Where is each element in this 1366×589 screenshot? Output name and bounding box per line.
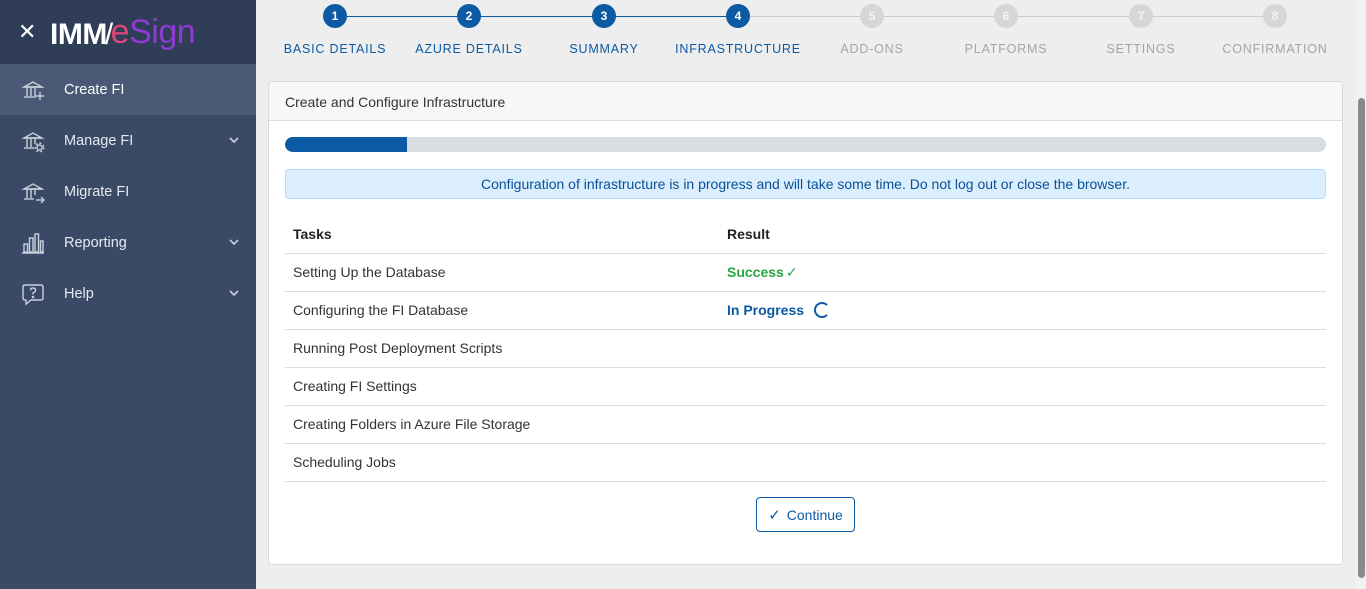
- step-label: SUMMARY: [569, 42, 639, 56]
- table-row: Setting Up the Database Success ✓: [285, 253, 1326, 292]
- sidebar-item-label: Migrate FI: [64, 183, 130, 200]
- sidebar-item-label: Manage FI: [64, 132, 134, 149]
- task-result: [719, 405, 1326, 444]
- task-name: Creating Folders in Azure File Storage: [285, 405, 719, 444]
- sidebar-item-label: Help: [64, 285, 94, 302]
- task-name: Running Post Deployment Scripts: [285, 329, 719, 368]
- step-add-ons: 5 ADD-ONS: [805, 4, 939, 56]
- continue-button[interactable]: ✓ Continue: [756, 497, 855, 532]
- scrollbar-thumb[interactable]: [1358, 98, 1365, 578]
- step-connector: [347, 15, 749, 17]
- step-label: CONFIRMATION: [1222, 42, 1328, 56]
- step-confirmation: 8 CONFIRMATION: [1208, 4, 1342, 56]
- sidebar-item-label: Reporting: [64, 234, 127, 251]
- task-result: In Progress: [719, 291, 1326, 330]
- spinner-icon: [814, 302, 831, 318]
- wizard-stepper: 1 BASIC DETAILS 2 AZURE DETAILS 3 SUMMAR…: [268, 0, 1342, 70]
- sidebar-item-help[interactable]: Help: [0, 268, 256, 319]
- step-label: PLATFORMS: [964, 42, 1048, 56]
- step-number: 3: [592, 4, 616, 28]
- card-title: Create and Configure Infrastructure: [269, 82, 1342, 121]
- bank-gear-icon: [20, 128, 46, 154]
- chevron-down-icon[interactable]: [228, 287, 240, 299]
- table-row: Configuring the FI Database In Progress: [285, 291, 1326, 330]
- status-in-progress: In Progress: [727, 302, 831, 318]
- bank-plus-icon: [20, 77, 46, 103]
- task-name: Setting Up the Database: [285, 253, 719, 292]
- step-label: BASIC DETAILS: [283, 42, 387, 56]
- table-header-row: Tasks Result: [285, 215, 1326, 254]
- step-label: SETTINGS: [1106, 42, 1176, 56]
- app-logo: IMM / eSign: [50, 12, 196, 52]
- step-infrastructure[interactable]: 4 INFRASTRUCTURE: [671, 4, 805, 56]
- help-bubble-icon: [20, 281, 46, 307]
- table-row: Scheduling Jobs: [285, 443, 1326, 482]
- task-name: Scheduling Jobs: [285, 443, 719, 482]
- bar-chart-icon: [20, 230, 46, 256]
- chevron-down-icon[interactable]: [228, 236, 240, 248]
- status-text: Success: [727, 264, 784, 280]
- logo-bar: ✕ IMM / eSign: [0, 0, 256, 64]
- status-success: Success ✓: [727, 264, 798, 281]
- step-number: 2: [457, 4, 481, 28]
- step-label: ADD-ONS: [840, 42, 904, 56]
- sidebar: ✕ IMM / eSign Create FI Manage FI Migrate …: [0, 0, 256, 589]
- sidebar-item-migrate-fi[interactable]: Migrate FI: [0, 166, 256, 217]
- logo-text-e: eSign: [110, 12, 196, 52]
- chevron-down-icon[interactable]: [228, 134, 240, 146]
- progress-bar: [285, 137, 1326, 152]
- task-result: [719, 329, 1326, 368]
- step-settings: 7 SETTINGS: [1074, 4, 1208, 56]
- task-result: Success ✓: [719, 253, 1326, 292]
- infrastructure-card: Create and Configure Infrastructure Conf…: [268, 81, 1343, 565]
- checkmark-icon: ✓: [768, 506, 781, 524]
- progress-bar-fill: [285, 137, 407, 152]
- info-alert: Configuration of infrastructure is in pr…: [285, 169, 1326, 199]
- tasks-table: Tasks Result Setting Up the Database Suc…: [285, 215, 1326, 482]
- close-icon[interactable]: ✕: [18, 21, 40, 43]
- step-number: 8: [1263, 4, 1287, 28]
- status-text: In Progress: [727, 302, 805, 318]
- task-name: Creating FI Settings: [285, 367, 719, 406]
- step-number: 4: [726, 4, 750, 28]
- sidebar-item-manage-fi[interactable]: Manage FI: [0, 115, 256, 166]
- bank-arrow-icon: [20, 179, 46, 205]
- task-result: [719, 367, 1326, 406]
- sidebar-item-create-fi[interactable]: Create FI: [0, 64, 256, 115]
- table-row: Creating Folders in Azure File Storage: [285, 405, 1326, 444]
- table-row: Creating FI Settings: [285, 367, 1326, 406]
- logo-e: e: [110, 12, 130, 51]
- column-header-tasks: Tasks: [285, 215, 719, 254]
- task-name: Configuring the FI Database: [285, 291, 719, 330]
- logo-text-imm: IMM: [50, 17, 107, 51]
- step-label: INFRASTRUCTURE: [675, 42, 801, 56]
- sidebar-item-label: Create FI: [64, 81, 125, 98]
- table-row: Running Post Deployment Scripts: [285, 329, 1326, 368]
- continue-label: Continue: [786, 506, 843, 523]
- step-number: 1: [323, 4, 347, 28]
- checkmark-icon: ✓: [785, 263, 798, 280]
- logo-sign: Sign: [129, 12, 196, 51]
- step-azure-details[interactable]: 2 AZURE DETAILS: [402, 4, 536, 56]
- step-label: AZURE DETAILS: [415, 42, 523, 56]
- page-scrollbar[interactable]: [1356, 0, 1366, 589]
- step-basic-details[interactable]: 1 BASIC DETAILS: [268, 4, 402, 56]
- step-number: 6: [994, 4, 1018, 28]
- task-result: [719, 443, 1326, 482]
- step-summary[interactable]: 3 SUMMARY: [537, 4, 671, 56]
- step-number: 7: [1129, 4, 1153, 28]
- sidebar-item-reporting[interactable]: Reporting: [0, 217, 256, 268]
- step-number: 5: [860, 4, 884, 28]
- step-platforms: 6 PLATFORMS: [939, 4, 1073, 56]
- column-header-result: Result: [719, 215, 1326, 254]
